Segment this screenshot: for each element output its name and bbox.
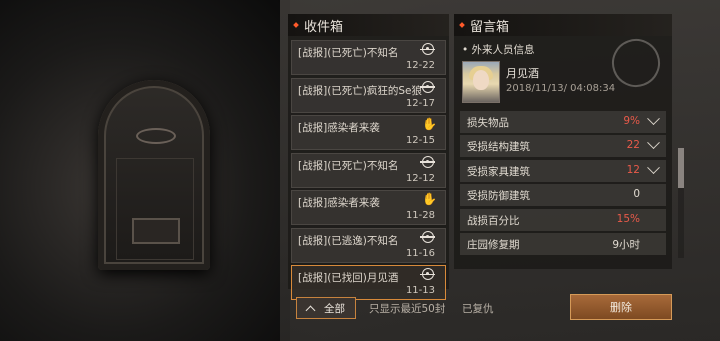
mail-item[interactable]: [战报](已死亡)不知名 12-22: [291, 40, 446, 75]
loss-row[interactable]: 受损家具建筑 12: [460, 159, 666, 182]
chevron-down-icon[interactable]: [647, 136, 660, 150]
crosshair-icon: [420, 43, 435, 55]
delete-button[interactable]: 删除: [570, 294, 672, 320]
scrollbar-thumb[interactable]: [678, 148, 684, 188]
mail-title: [战报](已逃逸)不知名: [298, 234, 399, 247]
loss-value: 15%: [616, 212, 640, 225]
message-panel: 留言箱 • 外来人员信息 月见酒 2018/11/13/ 04:08:34 损失…: [454, 14, 672, 269]
inbox-title: 收件箱: [304, 19, 344, 35]
mailbox-illustration: [98, 80, 210, 270]
loss-label: 受损家具建筑: [467, 165, 530, 178]
mail-title: [战报]感染者来袭: [298, 197, 380, 209]
mail-date: 12-15: [405, 135, 435, 146]
title-marker-icon: [293, 22, 299, 28]
loss-value: 9小时: [612, 238, 640, 251]
section-label: 外来人员信息: [471, 44, 535, 56]
sender-name: 月见酒: [506, 67, 539, 80]
mailbox-slot: [132, 218, 180, 244]
crosshair-icon: [420, 230, 435, 243]
loss-label: 损失物品: [467, 117, 509, 129]
mail-title: [战报](已找回)月见酒: [298, 272, 399, 284]
red-hand-icon: ✋: [422, 117, 437, 131]
loss-value: 22: [626, 139, 640, 152]
mail-date: 11-28: [405, 210, 435, 221]
loss-label: 受损防御建筑: [467, 190, 530, 203]
mailbox-ornament: [136, 128, 176, 144]
loss-value: 0: [633, 188, 640, 201]
revenge-status: 已复仇: [462, 303, 494, 315]
avatar-face: [473, 70, 489, 90]
loss-label: 战损百分比: [467, 214, 520, 227]
sender-info: 月见酒 2018/11/13/ 04:08:34: [454, 32, 672, 111]
mailbox-panel: [116, 158, 194, 260]
loss-value: 9%: [623, 115, 640, 127]
loss-row: 庄园修复期 9小时: [460, 232, 666, 255]
crosshair-icon: [420, 155, 435, 168]
mail-title: [战报](已死亡)疯狂的Se狼: [298, 84, 423, 97]
mail-title: [战报]感染者来袭: [298, 122, 380, 134]
loss-row: 受损防御建筑 0: [460, 184, 666, 207]
mail-date: 11-13: [405, 285, 435, 296]
mail-title: [战报](已死亡)不知名: [298, 47, 399, 59]
loss-label: 受损结构建筑: [467, 141, 530, 154]
loss-row[interactable]: 损失物品 9%: [460, 111, 666, 133]
mail-item[interactable]: [战报]感染者来袭 ✋ 11-28: [291, 190, 446, 225]
inbox-title-bar: 收件箱: [288, 14, 449, 36]
mail-date: 12-22: [405, 60, 435, 71]
red-hand-icon: ✋: [422, 192, 437, 206]
chevron-down-icon[interactable]: [647, 161, 660, 174]
chevron-up-icon: [305, 305, 316, 315]
message-title: 留言箱: [470, 19, 510, 35]
mail-item[interactable]: [战报](已死亡)不知名 12-12: [291, 152, 446, 188]
scrollbar[interactable]: [678, 148, 684, 258]
mail-title: [战报](已死亡)不知名: [298, 159, 399, 172]
title-marker-icon: [459, 22, 465, 28]
mail-item[interactable]: [战报](已死亡)疯狂的Se狼 12-17: [291, 77, 446, 113]
recent-limit-hint: 只显示最近50封: [369, 303, 446, 315]
crosshair-icon: [420, 268, 435, 280]
avatar[interactable]: [462, 61, 500, 103]
filter-all-label: 全部: [324, 302, 345, 315]
mail-list: [战报](已死亡)不知名 12-22 [战报](已死亡)疯狂的Se狼 12-17 [战报…: [288, 36, 449, 300]
inbox-panel: 收件箱 [战报](已死亡)不知名 12-22 [战报](已死亡)疯狂的Se狼 12-1…: [288, 14, 449, 300]
loss-rows: 损失物品 9% 受损结构建筑 22 受损家具建筑 12 受损防御建筑 0 战损百分比 15% 庄园修…: [454, 111, 672, 255]
loss-row[interactable]: 受损结构建筑 22: [460, 135, 666, 158]
mail-item[interactable]: [战报](已找回)月见酒 11-13: [291, 265, 446, 300]
mail-date: 12-12: [405, 172, 435, 184]
chevron-down-icon[interactable]: [647, 112, 660, 126]
crosshair-icon: [420, 80, 435, 93]
mail-item[interactable]: [战报]感染者来袭 ✋ 12-15: [291, 115, 446, 150]
message-title-bar: 留言箱: [454, 14, 672, 36]
delete-label: 删除: [610, 301, 632, 314]
mail-item[interactable]: [战报](已逃逸)不知名 11-16: [291, 227, 446, 263]
mail-date: 11-16: [405, 247, 435, 259]
filter-all-button[interactable]: 全部: [296, 297, 356, 319]
mail-date: 12-17: [405, 97, 435, 109]
loss-label: 庄园修复期: [467, 238, 520, 251]
loss-row: 战损百分比 15%: [460, 208, 666, 231]
loss-value: 12: [626, 163, 640, 176]
sender-time: 2018/11/13/ 04:08:34: [506, 83, 616, 94]
